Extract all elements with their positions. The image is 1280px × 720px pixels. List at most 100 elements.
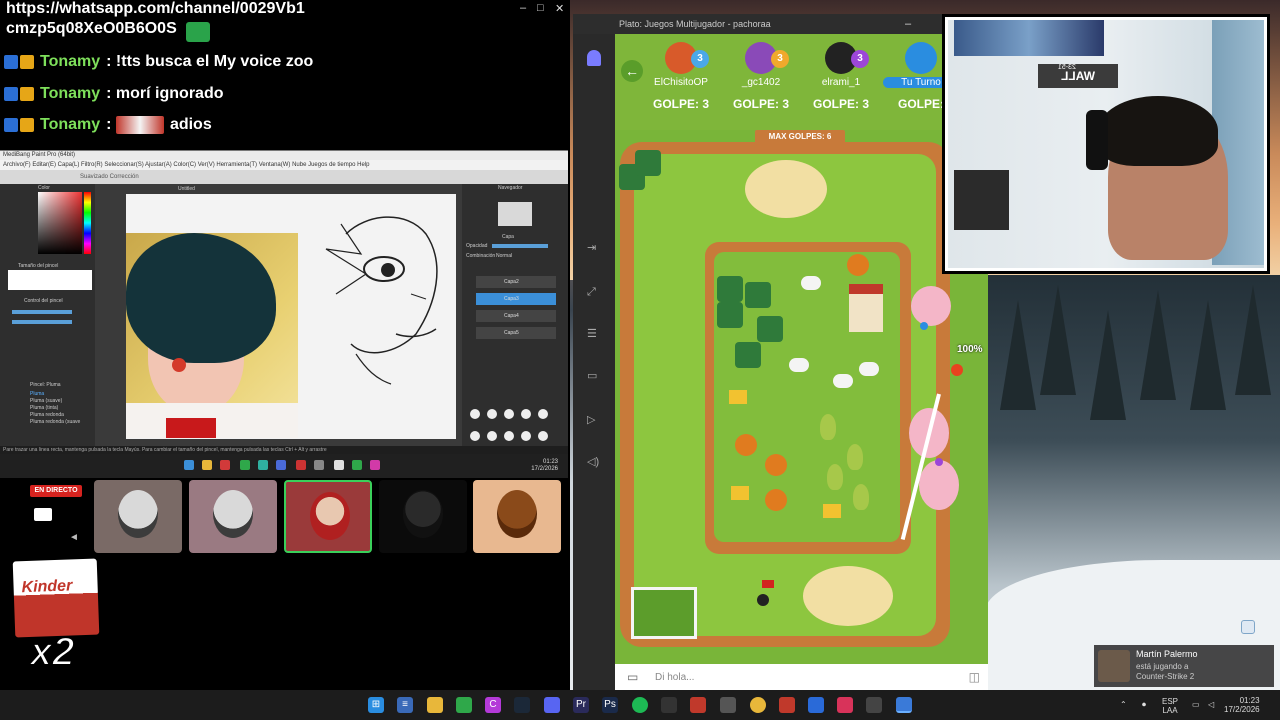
windows-start-icon[interactable]: ⊞ [368,697,384,713]
brush-size-dot[interactable] [470,409,480,419]
app-icon[interactable] [837,697,853,713]
chat-text: adios [169,116,212,133]
exit-icon[interactable]: ⇥ [587,242,601,254]
mute-icon[interactable]: ◄ [69,533,79,543]
app-icon[interactable] [314,460,324,470]
plato-taskbar-icon[interactable] [896,697,912,713]
brush-size-dot[interactable] [487,409,497,419]
golf-game[interactable]: ← 3 ElChisitoOP GOLPE: 3 3 _gc1402 GOLPE… [615,34,988,664]
close-button[interactable]: ✕ [555,2,564,15]
chat-input-bar[interactable]: ▭ Di hola... ◫ [615,664,988,690]
app-icon[interactable] [220,460,230,470]
autumn-tree [765,454,787,476]
clock[interactable]: 01:23 17/2/2026 [1224,696,1260,714]
notepad-icon[interactable]: ≡ [397,697,413,713]
settings-icon[interactable]: ☰ [587,328,601,340]
brush-size-dot[interactable] [538,431,548,441]
hue-slider[interactable] [84,192,91,254]
folder-icon[interactable] [427,697,443,713]
folder-icon[interactable] [202,460,212,470]
emoji-icon[interactable]: ◫ [969,670,980,684]
tag-icon[interactable]: ▷ [587,414,601,426]
app-icon[interactable] [352,460,362,470]
keyboard-icon[interactable]: ▭ [587,370,601,382]
autumn-tree [847,254,869,276]
mic-icon[interactable]: ⏺ [1142,700,1146,709]
app-icon[interactable] [779,697,795,713]
player-card: 3 elrami_1 GOLPE: 3 [803,42,879,122]
participant-tile[interactable] [379,480,467,553]
volume-icon[interactable]: ◁ [1208,700,1214,709]
webcam-frame: WALL 23-51 [942,14,1270,274]
brush-item[interactable]: Pluma redonda [30,412,64,418]
brush-item[interactable]: Pluma (tinta) [30,405,58,411]
navigator-preview[interactable] [498,202,532,226]
participant-tile[interactable] [94,480,182,553]
app-icon[interactable]: C [485,697,501,713]
screen-share-icon[interactable] [34,508,52,521]
language-indicator[interactable]: ESP LAA [1162,697,1178,715]
brush-item[interactable]: Pluma [30,391,44,397]
network-icon[interactable]: ▭ [1192,700,1200,709]
app-icon[interactable] [720,697,736,713]
app-icon[interactable] [296,460,306,470]
region-code: LAA [1162,706,1178,715]
volume-icon[interactable]: ◁) [587,456,601,468]
premiere-icon[interactable]: Pr [573,697,589,713]
app-icon[interactable] [240,460,250,470]
minimize-button[interactable]: – [905,18,911,30]
steam-icon[interactable] [514,697,530,713]
participant-tile[interactable] [189,480,277,553]
brush-size-dot[interactable] [521,409,531,419]
minimize-button[interactable]: – [520,2,526,14]
paint-menubar[interactable]: Archivo(F) Editar(E) Capa(L) Filtro(R) S… [0,160,568,170]
chevron-up-icon[interactable]: ⌃ [1120,700,1127,709]
discord-icon[interactable] [544,697,560,713]
expand-icon[interactable]: ⤢ [587,286,601,298]
app-icon[interactable] [808,697,824,713]
spotify-icon[interactable] [632,697,648,713]
app-icon[interactable] [456,697,472,713]
app-icon[interactable] [370,460,380,470]
app-icon[interactable] [866,697,882,713]
brush-size-dot[interactable] [470,431,480,441]
valorant-icon[interactable] [690,697,706,713]
participant-tile-speaking[interactable] [284,480,372,553]
back-arrow-icon[interactable]: ← [621,60,643,82]
activity-notification[interactable]: Martín Palermo está jugando a Counter-St… [1094,645,1274,687]
layer-opacity-slider[interactable] [492,244,548,248]
brush-size-slider[interactable] [12,310,72,314]
paint-toolbar[interactable]: Suavizado Corrección [0,170,568,184]
brush-size-dot[interactable] [538,409,548,419]
wallpaper-tree [1235,285,1271,395]
participant-tile[interactable] [473,480,561,553]
app-icon[interactable] [258,460,268,470]
layer-item[interactable]: Capa4 [476,310,556,322]
chat-input[interactable]: Di hola... [655,672,694,683]
layer-item-selected[interactable]: Capa3 [476,293,556,305]
brush-size-dot[interactable] [521,431,531,441]
color-picker[interactable] [38,192,82,254]
windows-start-icon[interactable] [184,460,194,470]
plato-logo-icon[interactable] [587,50,601,66]
chrome-icon[interactable] [750,697,766,713]
player-count: 3 [771,50,789,68]
brush-size-preview[interactable] [8,270,92,290]
brush-size-dot[interactable] [504,431,514,441]
brush-opacity-slider[interactable] [12,320,72,324]
brush-size-dot[interactable] [487,431,497,441]
layer-item[interactable]: Capa2 [476,276,556,288]
blend-value[interactable]: Normal [496,253,512,259]
brush-item[interactable]: Pluma (suave) [30,398,62,404]
recycle-bin-icon[interactable] [1241,620,1255,634]
steam-icon[interactable] [276,460,286,470]
maximize-button[interactable]: □ [537,2,544,14]
photoshop-icon[interactable]: Ps [602,697,618,713]
brush-item[interactable]: Pluma redonda (suave [30,419,80,425]
golf-ball[interactable] [920,322,928,330]
paint-left-panel: Color Tamaño del pincel Control del pinc… [0,184,95,446]
app-icon[interactable] [661,697,677,713]
layer-item[interactable]: Capa5 [476,327,556,339]
brush-size-dot[interactable] [504,409,514,419]
app-icon[interactable] [334,460,344,470]
